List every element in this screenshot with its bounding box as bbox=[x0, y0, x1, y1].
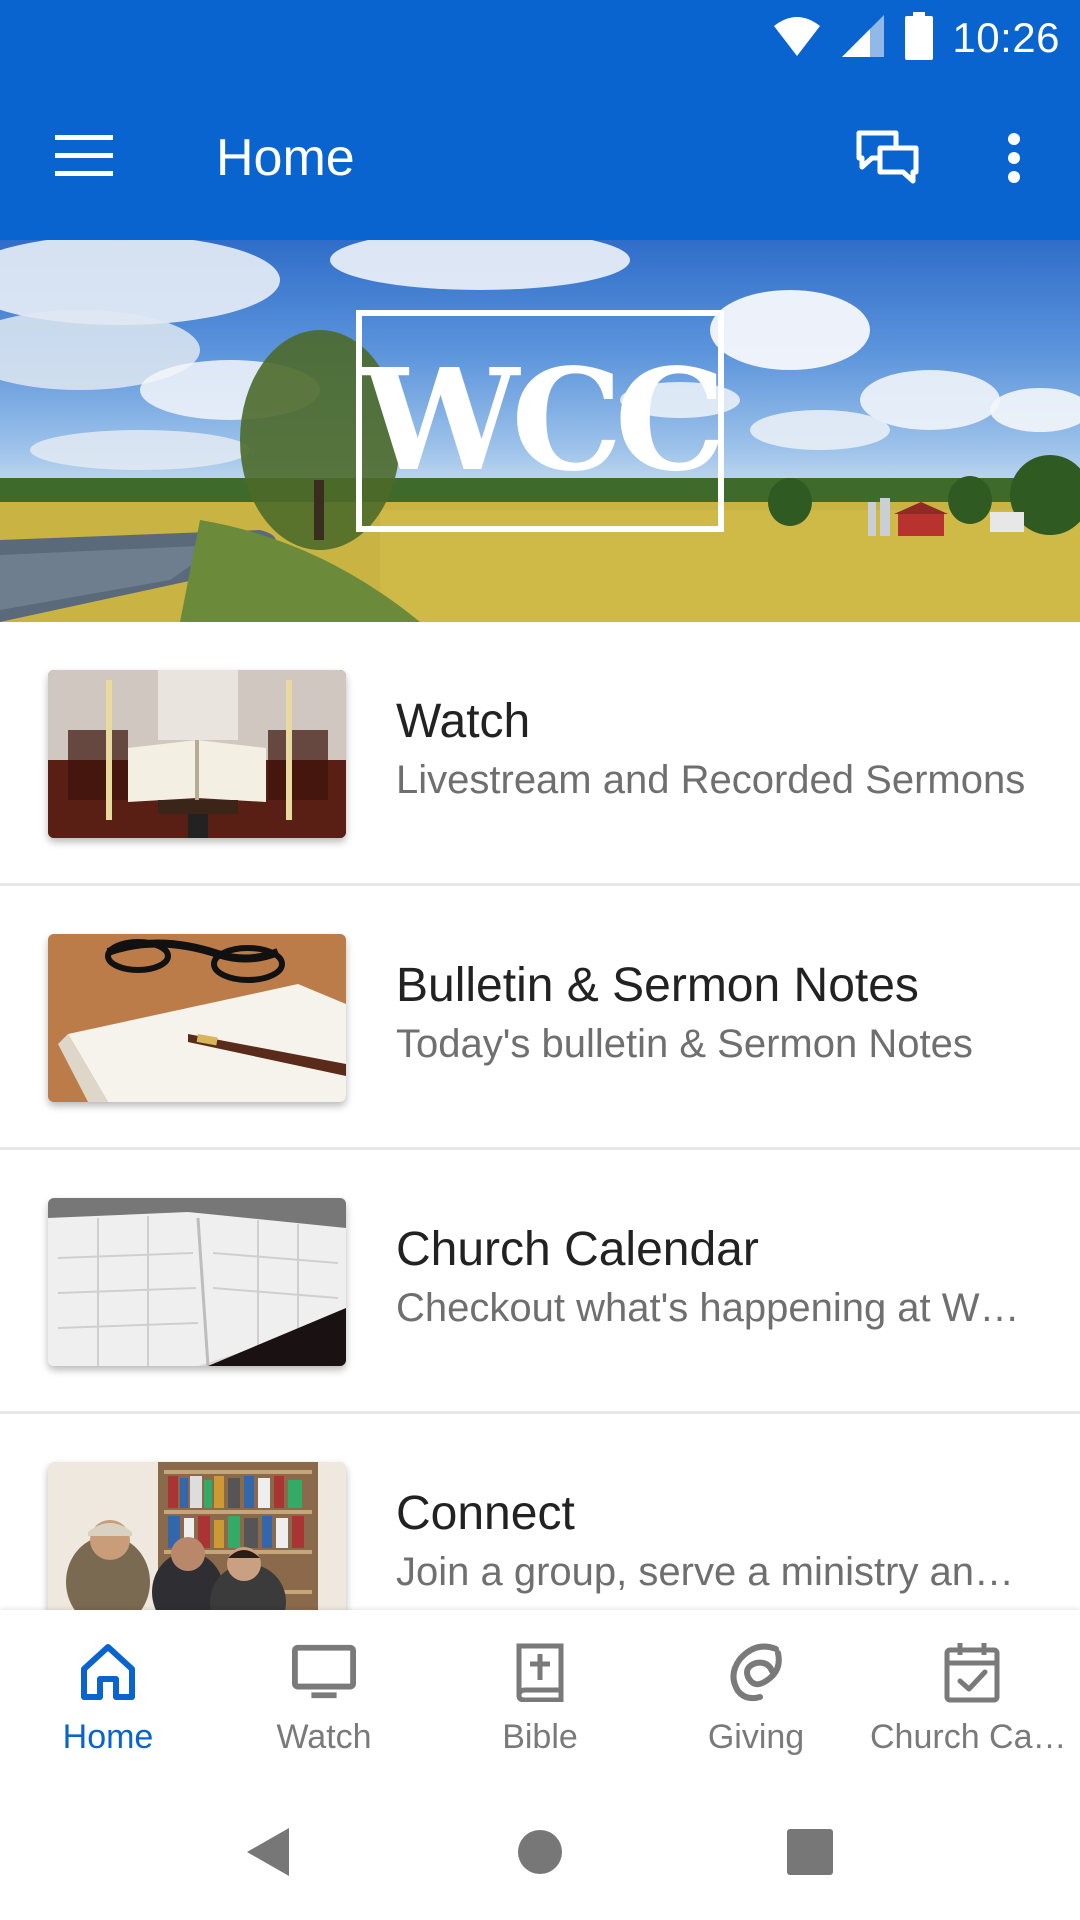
thumbnail-planner bbox=[48, 1198, 346, 1366]
tab-giving[interactable]: Giving bbox=[648, 1610, 864, 1778]
page-title: Home bbox=[216, 129, 355, 187]
home-icon bbox=[76, 1640, 140, 1704]
list-item-title: Connect bbox=[396, 1487, 575, 1540]
thumbnail-notebook bbox=[48, 934, 346, 1102]
tab-label: Giving bbox=[707, 1718, 805, 1756]
list-item-watch[interactable]: Watch Livestream and Recorded Sermons bbox=[0, 622, 1080, 886]
tab-label: Watch bbox=[276, 1718, 372, 1756]
tab-label: Bible bbox=[502, 1718, 578, 1756]
home-list: Watch Livestream and Recorded Sermons Bu… bbox=[0, 622, 1080, 1610]
tv-icon bbox=[292, 1640, 356, 1704]
list-item-title: Church Calendar bbox=[396, 1223, 759, 1276]
list-item-connect[interactable]: Connect Join a group, serve a ministry a… bbox=[0, 1414, 1080, 1610]
recents-square-icon bbox=[787, 1828, 833, 1880]
tab-label: Home bbox=[62, 1718, 154, 1756]
home-circle-icon bbox=[516, 1828, 564, 1881]
list-item-subtitle: Today's bulletin & Sermon Notes bbox=[396, 1022, 973, 1066]
church-logo: WCC bbox=[356, 310, 726, 532]
bottom-navigation: Home Watch Bible Giving Church Calen bbox=[0, 1610, 1080, 1778]
recents-button[interactable] bbox=[770, 1814, 850, 1894]
chat-bubbles-icon bbox=[856, 130, 920, 191]
giving-icon bbox=[724, 1640, 788, 1704]
bible-icon bbox=[508, 1640, 572, 1704]
tab-label: Church Calendar bbox=[870, 1718, 1080, 1756]
thumbnail-open-bible bbox=[48, 670, 346, 838]
list-item-title: Bulletin & Sermon Notes bbox=[396, 959, 919, 1012]
back-triangle-icon bbox=[245, 1826, 291, 1883]
status-time: 10:26 bbox=[952, 14, 1060, 61]
hero-banner: WCC bbox=[0, 240, 1080, 622]
wifi-icon bbox=[772, 14, 822, 63]
chat-button[interactable] bbox=[838, 120, 938, 200]
hamburger-menu-icon bbox=[55, 134, 113, 182]
tab-bible[interactable]: Bible bbox=[432, 1610, 648, 1778]
home-system-button[interactable] bbox=[500, 1814, 580, 1894]
more-options-button[interactable] bbox=[974, 120, 1054, 200]
status-icons: 10:26 bbox=[772, 11, 1060, 65]
list-item-subtitle: Livestream and Recorded Sermons bbox=[396, 758, 1026, 802]
app-bar: Home bbox=[0, 76, 1080, 240]
tab-home[interactable]: Home bbox=[0, 1610, 216, 1778]
cell-signal-icon bbox=[840, 13, 886, 64]
list-item-bulletin[interactable]: Bulletin & Sermon Notes Today's bulletin… bbox=[0, 886, 1080, 1150]
status-bar: 10:26 bbox=[0, 0, 1080, 76]
more-vert-icon bbox=[1007, 132, 1021, 188]
list-item-calendar[interactable]: Church Calendar Checkout what's happenin… bbox=[0, 1150, 1080, 1414]
system-navigation-bar bbox=[0, 1778, 1080, 1920]
list-item-subtitle: Join a group, serve a ministry and more bbox=[396, 1550, 1036, 1594]
list-item-title: Watch bbox=[396, 695, 531, 748]
tab-church-calendar[interactable]: Church Calendar bbox=[864, 1610, 1080, 1778]
back-button[interactable] bbox=[228, 1814, 308, 1894]
logo-text: WCC bbox=[361, 339, 726, 503]
tab-watch[interactable]: Watch bbox=[216, 1610, 432, 1778]
menu-button[interactable] bbox=[32, 118, 136, 198]
list-item-subtitle: Checkout what's happening at WCC bbox=[396, 1286, 1036, 1330]
calendar-check-icon bbox=[940, 1640, 1004, 1704]
battery-icon bbox=[904, 11, 934, 65]
thumbnail-people bbox=[48, 1462, 346, 1610]
